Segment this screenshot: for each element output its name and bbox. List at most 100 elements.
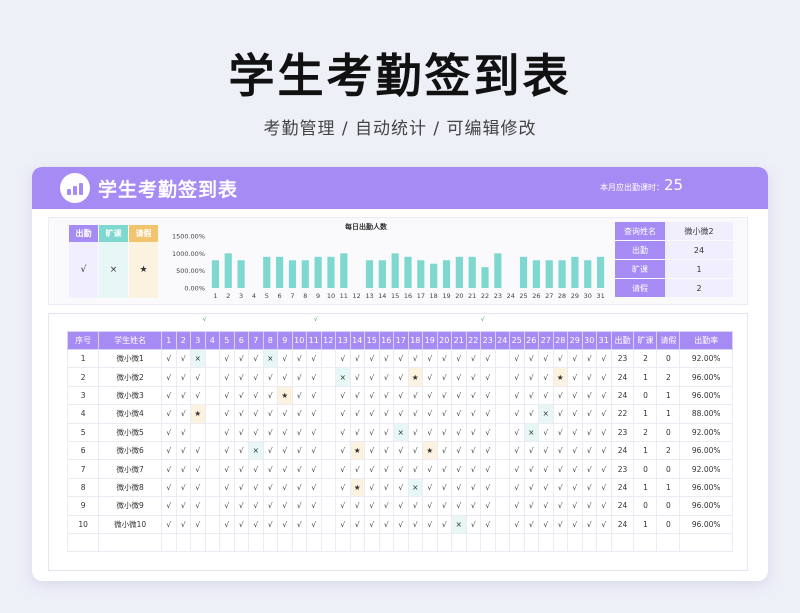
attendance-cell[interactable]: √ [175, 404, 191, 424]
attendance-cell[interactable]: √ [277, 422, 293, 442]
attendance-cell[interactable] [494, 440, 510, 461]
attendance-cell[interactable]: √ [552, 440, 568, 461]
empty-cell[interactable] [436, 532, 452, 553]
attendance-cell[interactable]: × [335, 367, 351, 387]
attendance-cell[interactable]: √ [523, 440, 539, 461]
attendance-cell[interactable]: √ [306, 367, 322, 387]
attendance-cell[interactable]: √ [465, 404, 481, 424]
attendance-cell[interactable]: √ [407, 496, 423, 516]
attendance-cell[interactable] [494, 514, 510, 534]
attendance-cell[interactable] [204, 348, 220, 369]
attendance-cell[interactable]: √ [509, 367, 525, 387]
empty-cell[interactable] [581, 532, 597, 553]
empty-cell[interactable] [567, 532, 583, 553]
attendance-cell[interactable]: √ [248, 496, 264, 516]
attendance-cell[interactable]: √ [364, 477, 380, 498]
student-name[interactable]: 微小微4 [98, 404, 162, 424]
attendance-cell[interactable]: √ [219, 385, 235, 406]
attendance-cell[interactable]: √ [248, 514, 264, 534]
attendance-cell[interactable]: √ [451, 496, 467, 516]
student-name[interactable]: 微小微7 [98, 459, 162, 479]
empty-cell[interactable] [552, 532, 568, 553]
attendance-cell[interactable]: √ [175, 440, 191, 461]
attendance-cell[interactable]: √ [378, 440, 394, 461]
query-value[interactable]: 微小微2 [665, 222, 733, 240]
attendance-cell[interactable]: √ [291, 440, 307, 461]
attendance-cell[interactable] [320, 440, 336, 461]
attendance-cell[interactable]: √ [538, 514, 554, 534]
attendance-cell[interactable]: √ [596, 440, 612, 461]
attendance-cell[interactable] [190, 422, 206, 442]
attendance-cell[interactable]: √ [552, 459, 568, 479]
required-days-value[interactable]: 25 [664, 176, 683, 194]
attendance-cell[interactable]: ★ [552, 367, 568, 387]
attendance-cell[interactable]: √ [567, 440, 583, 461]
student-name[interactable]: 微小微5 [98, 422, 162, 442]
attendance-cell[interactable] [320, 514, 336, 534]
attendance-cell[interactable]: √ [378, 422, 394, 442]
empty-cell[interactable] [656, 532, 681, 553]
attendance-cell[interactable]: √ [161, 440, 177, 461]
attendance-cell[interactable]: √ [262, 440, 278, 461]
attendance-cell[interactable]: √ [349, 459, 365, 479]
attendance-cell[interactable]: √ [277, 477, 293, 498]
attendance-cell[interactable]: √ [523, 348, 539, 369]
attendance-cell[interactable]: √ [233, 348, 249, 369]
empty-cell[interactable] [407, 532, 423, 553]
attendance-cell[interactable]: √ [161, 496, 177, 516]
attendance-cell[interactable]: √ [306, 459, 322, 479]
attendance-cell[interactable]: √ [480, 385, 496, 406]
attendance-cell[interactable]: √ [161, 459, 177, 479]
attendance-cell[interactable]: √ [248, 367, 264, 387]
attendance-cell[interactable]: √ [291, 367, 307, 387]
attendance-cell[interactable]: √ [378, 459, 394, 479]
attendance-cell[interactable]: √ [349, 496, 365, 516]
attendance-cell[interactable]: √ [393, 496, 409, 516]
attendance-cell[interactable]: √ [436, 440, 452, 461]
attendance-cell[interactable]: √ [596, 422, 612, 442]
attendance-cell[interactable]: √ [465, 348, 481, 369]
attendance-cell[interactable] [204, 477, 220, 498]
attendance-cell[interactable]: √ [262, 477, 278, 498]
attendance-cell[interactable]: √ [393, 514, 409, 534]
attendance-cell[interactable]: √ [581, 404, 597, 424]
attendance-cell[interactable]: √ [422, 496, 438, 516]
attendance-cell[interactable]: √ [596, 404, 612, 424]
attendance-cell[interactable]: √ [567, 385, 583, 406]
student-name[interactable]: 微小微3 [98, 385, 162, 406]
attendance-cell[interactable]: √ [393, 440, 409, 461]
attendance-cell[interactable]: √ [422, 422, 438, 442]
attendance-cell[interactable]: √ [451, 440, 467, 461]
attendance-cell[interactable]: √ [422, 514, 438, 534]
attendance-cell[interactable]: √ [436, 496, 452, 516]
attendance-cell[interactable]: √ [393, 385, 409, 406]
empty-cell[interactable] [320, 532, 336, 553]
attendance-cell[interactable]: √ [175, 367, 191, 387]
student-name[interactable]: 微小微9 [98, 496, 162, 516]
attendance-cell[interactable]: √ [248, 385, 264, 406]
attendance-cell[interactable]: √ [596, 385, 612, 406]
attendance-cell[interactable]: √ [248, 404, 264, 424]
attendance-cell[interactable]: √ [175, 348, 191, 369]
student-name[interactable]: 微小微6 [98, 440, 162, 461]
attendance-cell[interactable]: √ [306, 348, 322, 369]
attendance-cell[interactable]: √ [465, 459, 481, 479]
attendance-cell[interactable]: √ [277, 496, 293, 516]
attendance-cell[interactable]: √ [422, 459, 438, 479]
attendance-cell[interactable]: √ [523, 459, 539, 479]
attendance-cell[interactable]: √ [407, 348, 423, 369]
attendance-cell[interactable]: √ [349, 385, 365, 406]
attendance-cell[interactable]: √ [349, 422, 365, 442]
attendance-cell[interactable]: √ [509, 459, 525, 479]
attendance-cell[interactable]: √ [552, 496, 568, 516]
empty-cell[interactable] [291, 532, 307, 553]
attendance-cell[interactable]: × [523, 422, 539, 442]
attendance-cell[interactable]: √ [277, 440, 293, 461]
attendance-cell[interactable]: √ [233, 367, 249, 387]
attendance-cell[interactable] [204, 514, 220, 534]
attendance-cell[interactable]: √ [291, 514, 307, 534]
attendance-cell[interactable]: √ [581, 422, 597, 442]
attendance-cell[interactable]: √ [277, 514, 293, 534]
attendance-cell[interactable]: √ [451, 422, 467, 442]
attendance-cell[interactable]: √ [451, 477, 467, 498]
